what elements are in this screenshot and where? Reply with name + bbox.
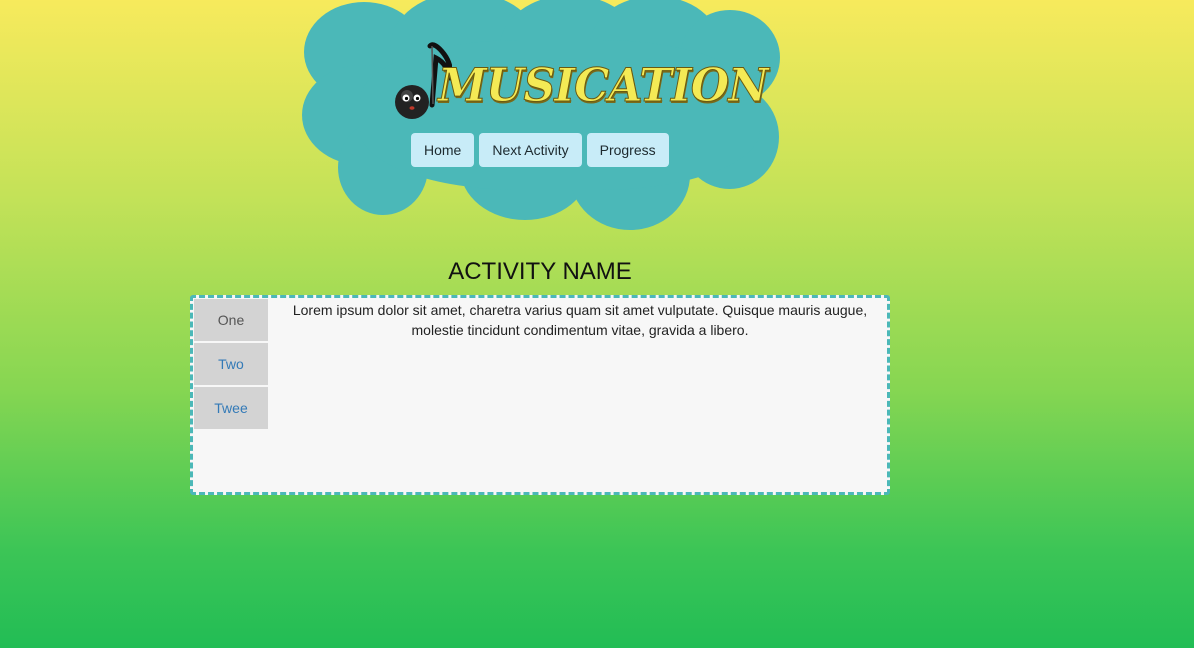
tab-two[interactable]: Two: [194, 343, 268, 385]
logo[interactable]: MUSICATION: [392, 40, 769, 122]
nav-progress-button[interactable]: Progress: [586, 133, 669, 167]
activity-panel: One Two Twee Lorem ipsum dolor sit amet,…: [190, 295, 890, 495]
activity-title: ACTIVITY NAME: [448, 258, 632, 285]
tab-one[interactable]: One: [194, 299, 268, 341]
tab-twee[interactable]: Twee: [194, 387, 268, 429]
nav-next-activity-button[interactable]: Next Activity: [479, 133, 582, 167]
activity-body-text: Lorem ipsum dolor sit amet, charetra var…: [292, 302, 868, 338]
activity-tabs: One Two Twee: [194, 299, 268, 431]
nav-home-button[interactable]: Home: [411, 133, 475, 167]
logo-text: MUSICATION: [438, 58, 770, 112]
main-nav: Home Next Activity Progress: [411, 133, 669, 167]
